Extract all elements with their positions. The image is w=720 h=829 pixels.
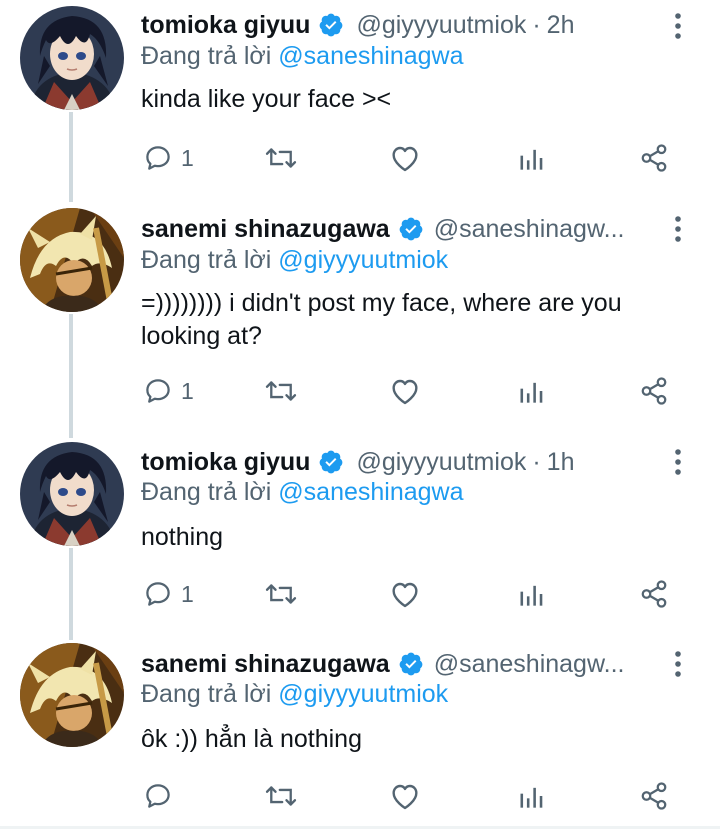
user-handle[interactable]: @giyyyuutmiok [356, 448, 526, 477]
tweet-header: sanemi shinazugawa @saneshinagw... [141, 213, 624, 245]
like-button[interactable] [389, 140, 421, 176]
avatar[interactable] [20, 6, 124, 110]
more-options-icon[interactable] [670, 649, 686, 679]
reply-count: 1 [181, 144, 194, 171]
tweet-text: =)))))))) i didn't post my face, where a… [141, 289, 622, 350]
separator: · [532, 10, 541, 39]
verified-badge-icon [398, 216, 424, 242]
avatar[interactable] [20, 208, 124, 312]
replying-to: Đang trả lời @giyyyuutmiok [141, 680, 448, 709]
verified-badge-icon [318, 449, 344, 475]
tweet[interactable]: tomioka giyuu @giyyyuutmiok · 2h Đang tr… [0, 0, 720, 200]
action-bar: 1 [141, 373, 681, 409]
like-button[interactable] [389, 576, 421, 612]
retweet-button[interactable] [264, 576, 298, 612]
like-button[interactable] [389, 778, 421, 814]
separator: · [532, 447, 541, 476]
action-bar: 1 [141, 140, 681, 176]
reply-count: 1 [181, 580, 194, 607]
user-handle[interactable]: @saneshinagw... [434, 215, 625, 244]
tweet-header: sanemi shinazugawa @saneshinagw... [141, 648, 624, 680]
avatar[interactable] [20, 643, 124, 747]
mention-link[interactable]: @giyyyuutmiok [278, 246, 448, 274]
mention-link[interactable]: @saneshinagwa [278, 42, 463, 70]
action-bar: 1 [141, 576, 681, 612]
tweet-text: kinda like your face >< [141, 85, 392, 113]
tweet[interactable]: sanemi shinazugawa @saneshinagw... Đang … [0, 201, 720, 435]
reply-button[interactable]: 1 [143, 576, 194, 612]
reply-count: 1 [181, 377, 194, 404]
display-name[interactable]: tomioka giyuu [141, 11, 310, 40]
reply-button[interactable]: 1 [143, 373, 194, 409]
mention-link[interactable]: @saneshinagwa [278, 478, 463, 506]
share-button[interactable] [638, 778, 670, 814]
retweet-button[interactable] [264, 373, 298, 409]
replying-to-label: Đang trả lời [141, 246, 272, 274]
analytics-button[interactable] [517, 373, 545, 409]
tweet-text: ôk :)) hẳn là nothing [141, 725, 362, 753]
replying-to: Đang trả lời @giyyyuutmiok [141, 246, 448, 275]
analytics-button[interactable] [517, 140, 545, 176]
replying-to-label: Đang trả lời [141, 42, 272, 70]
replying-to-label: Đang trả lời [141, 478, 272, 506]
tweet-header: tomioka giyuu @giyyyuutmiok · 1h [141, 446, 574, 478]
action-bar [141, 778, 681, 814]
user-handle[interactable]: @saneshinagw... [434, 650, 625, 679]
reply-button[interactable]: 1 [143, 140, 194, 176]
tweet[interactable]: tomioka giyuu @giyyyuutmiok · 1h Đang tr… [0, 436, 720, 636]
display-name[interactable]: tomioka giyuu [141, 448, 310, 477]
share-button[interactable] [638, 373, 670, 409]
analytics-button[interactable] [517, 778, 545, 814]
like-button[interactable] [389, 373, 421, 409]
display-name[interactable]: sanemi shinazugawa [141, 650, 390, 679]
replying-to: Đang trả lời @saneshinagwa [141, 42, 464, 71]
more-options-icon[interactable] [670, 214, 686, 244]
mention-link[interactable]: @giyyyuutmiok [278, 680, 448, 708]
share-button[interactable] [638, 140, 670, 176]
replying-to-label: Đang trả lời [141, 680, 272, 708]
timestamp[interactable]: 2h [547, 11, 575, 40]
tweet[interactable]: sanemi shinazugawa @saneshinagw... Đang … [0, 637, 720, 825]
timestamp[interactable]: 1h [547, 448, 575, 477]
tweet-header: tomioka giyuu @giyyyuutmiok · 2h [141, 9, 574, 41]
retweet-button[interactable] [264, 140, 298, 176]
analytics-button[interactable] [517, 576, 545, 612]
share-button[interactable] [638, 576, 670, 612]
more-options-icon[interactable] [670, 447, 686, 477]
user-handle[interactable]: @giyyyuutmiok [356, 11, 526, 40]
more-options-icon[interactable] [670, 11, 686, 41]
tweet-text: nothing [141, 523, 224, 551]
retweet-button[interactable] [264, 778, 298, 814]
reply-button[interactable] [143, 778, 181, 814]
display-name[interactable]: sanemi shinazugawa [141, 215, 390, 244]
verified-badge-icon [398, 651, 424, 677]
avatar[interactable] [20, 442, 124, 546]
verified-badge-icon [318, 12, 344, 38]
replying-to: Đang trả lời @saneshinagwa [141, 478, 464, 507]
